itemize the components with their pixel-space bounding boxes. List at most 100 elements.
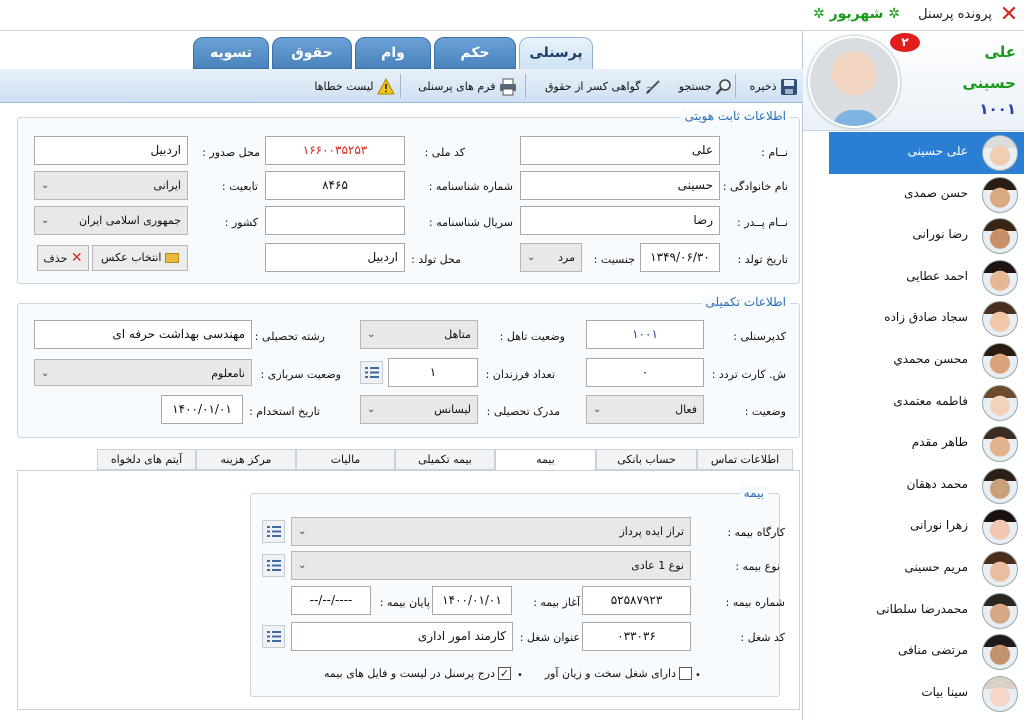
current-month[interactable]: ✲ شهریور ✲: [813, 6, 900, 22]
military-status-select[interactable]: ⌄ نامعلوم: [34, 359, 252, 386]
id-serial-input[interactable]: [265, 206, 405, 235]
degree-select[interactable]: ⌄ لیسانس: [360, 395, 478, 424]
profile-code: ۱۰۰۱: [979, 100, 1016, 118]
chevron-down-icon: ⌄: [41, 215, 50, 226]
error-list-label: لیست خطاها: [314, 80, 374, 93]
folder-icon: [164, 253, 179, 263]
status-select[interactable]: ⌄ فعال: [586, 395, 704, 424]
personnel-code-input[interactable]: ۱۰۰۱: [586, 320, 704, 349]
personnel-list-item[interactable]: محسن محمدي: [829, 340, 1024, 382]
list-icon[interactable]: [262, 520, 285, 543]
subtab-bank[interactable]: حساب بانکی: [596, 449, 697, 470]
avatar: [982, 634, 1018, 671]
personnel-list-item[interactable]: محمدرضا سلطانی: [829, 590, 1024, 632]
personnel-list-item[interactable]: محمد دهقان: [829, 465, 1024, 507]
subtab-cost-center[interactable]: مرکز هزینه: [196, 449, 296, 470]
personnel-list-item[interactable]: حسن صمدی: [829, 174, 1024, 216]
insurance-type-select[interactable]: ⌄ نوع 1 عادی: [291, 551, 691, 580]
traffic-card-input[interactable]: ۰: [586, 358, 704, 387]
family-input[interactable]: حسینی: [520, 171, 720, 200]
national-code-label: کد ملی :: [424, 146, 465, 159]
status-value: فعال: [675, 403, 697, 416]
hard-job-checkbox[interactable]: [679, 667, 692, 680]
personnel-list-item[interactable]: سینا بیات: [829, 673, 1024, 715]
tab-settlement[interactable]: تسویه: [193, 37, 269, 69]
nationality-label: تابعیت :: [221, 180, 258, 193]
insurance-start-input[interactable]: ۱۴۰۰/۰۱/۰۱: [432, 586, 512, 615]
insurance-type-value: نوع 1 عادی: [631, 559, 684, 572]
father-name-input[interactable]: رضا: [520, 206, 720, 235]
profile-first-name: علی: [984, 43, 1016, 61]
country-select[interactable]: ⌄ جمهوری اسلامی ایران: [34, 206, 188, 235]
personnel-name: محسن محمدي: [893, 352, 968, 366]
notification-badge[interactable]: ۲: [890, 33, 920, 52]
issue-place-input[interactable]: اردبیل: [34, 136, 188, 165]
tab-salary[interactable]: حقوق: [272, 37, 352, 69]
avatar: [982, 426, 1018, 463]
marital-status-value: متاهل: [444, 328, 471, 341]
include-in-list-checkbox[interactable]: ✓: [498, 667, 511, 680]
workshop-select[interactable]: ⌄ تراز ایده پرداز: [291, 517, 691, 546]
extra-info-group-title: اطلاعات تکمیلی: [701, 295, 790, 309]
tab-personnel[interactable]: پرسنلی: [519, 37, 593, 70]
marital-status-select[interactable]: ⌄ متاهل: [360, 320, 478, 349]
identity-group-title: اطلاعات ثابت هویتی: [680, 109, 790, 123]
subtab-supplementary[interactable]: بیمه تکمیلی: [395, 449, 495, 470]
birthplace-label: محل تولد :: [411, 253, 461, 266]
field-of-study-input[interactable]: مهندسی بهداشت حرفه ای: [34, 320, 252, 349]
close-icon[interactable]: ✕: [998, 4, 1020, 26]
month-label: شهریور: [829, 6, 884, 22]
list-icon[interactable]: [262, 554, 285, 577]
subtab-custom-items[interactable]: آیتم های دلخواه: [97, 449, 196, 470]
job-title-input[interactable]: کارمند امور اداری: [291, 622, 513, 651]
chevron-down-icon: ⌄: [298, 560, 307, 571]
gender-select[interactable]: ⌄ مرد: [520, 243, 582, 272]
deduction-certificate-button[interactable]: گواهی کسر از حقوق: [528, 78, 662, 96]
avatar: [982, 135, 1018, 171]
toolbar-divider: [525, 74, 526, 98]
hire-date-label: تاریخ استخدام :: [249, 405, 320, 418]
hire-date-input[interactable]: ۱۴۰۰/۰۱/۰۱: [161, 395, 243, 424]
personnel-list-item[interactable]: علی حسینی: [829, 132, 1024, 174]
tab-loan[interactable]: وام: [355, 37, 431, 69]
id-number-input[interactable]: ۸۴۶۵: [265, 171, 405, 200]
insurance-number-label: شماره بیمه :: [725, 596, 785, 609]
issue-place-label: محل صدور :: [202, 146, 260, 159]
insurance-start-label: آغاز بیمه :: [533, 596, 580, 609]
personnel-name: سجاد صادق زاده: [884, 310, 968, 325]
pen-icon: [644, 78, 662, 96]
error-list-button[interactable]: لیست خطاها: [303, 77, 395, 96]
first-name-input[interactable]: علی: [520, 136, 720, 165]
personnel-code-label: کدپرسنلی :: [733, 330, 786, 343]
save-button[interactable]: ذخیره: [738, 78, 798, 96]
personnel-list-item[interactable]: مرتضی منافی: [829, 631, 1024, 673]
insurance-number-input[interactable]: ۵۲۵۸۷۹۲۳: [582, 586, 691, 615]
personnel-list-item[interactable]: زهرا نورانی: [829, 506, 1024, 548]
subtab-insurance[interactable]: بیمه: [495, 449, 596, 471]
subtab-contact[interactable]: اطلاعات تماس: [697, 449, 793, 470]
birthplace-input[interactable]: اردبیل: [265, 243, 405, 272]
personnel-list-item[interactable]: مریم حسینی: [829, 548, 1024, 590]
workshop-value: تراز ایده پرداز: [619, 525, 684, 538]
choose-photo-button[interactable]: انتخاب عکس: [92, 245, 188, 271]
avatar: [982, 259, 1018, 296]
personnel-list-item[interactable]: طاهر مقدم: [829, 423, 1024, 465]
insurance-end-input[interactable]: --/--/----: [291, 586, 371, 615]
children-count-input[interactable]: ۱: [388, 358, 478, 387]
nationality-select[interactable]: ⌄ ایرانی: [34, 171, 188, 200]
list-icon[interactable]: [360, 361, 383, 384]
national-code-input[interactable]: ۱۶۶۰۰۳۵۲۵۳: [265, 136, 405, 165]
personnel-list-item[interactable]: احمد عطایی: [829, 257, 1024, 299]
personnel-list-item[interactable]: رضا نورانی: [829, 215, 1024, 257]
birthdate-input[interactable]: ۱۳۴۹/۰۶/۳۰: [640, 243, 720, 272]
personnel-list-item[interactable]: سجاد صادق زاده: [829, 298, 1024, 340]
job-code-input[interactable]: ۰۳۳۰۳۶: [582, 622, 691, 651]
personnel-forms-button[interactable]: فرم های پرسنلی: [405, 78, 517, 96]
personnel-list-item[interactable]: فاطمه معتمدی: [829, 382, 1024, 424]
delete-photo-button[interactable]: ✕ حذف: [37, 245, 89, 271]
search-button[interactable]: جستجو: [667, 78, 733, 96]
subtab-tax[interactable]: مالیات: [296, 449, 395, 470]
tab-decree[interactable]: حکم: [434, 37, 516, 69]
choose-photo-label: انتخاب عکس: [101, 251, 162, 264]
list-icon[interactable]: [262, 625, 285, 648]
